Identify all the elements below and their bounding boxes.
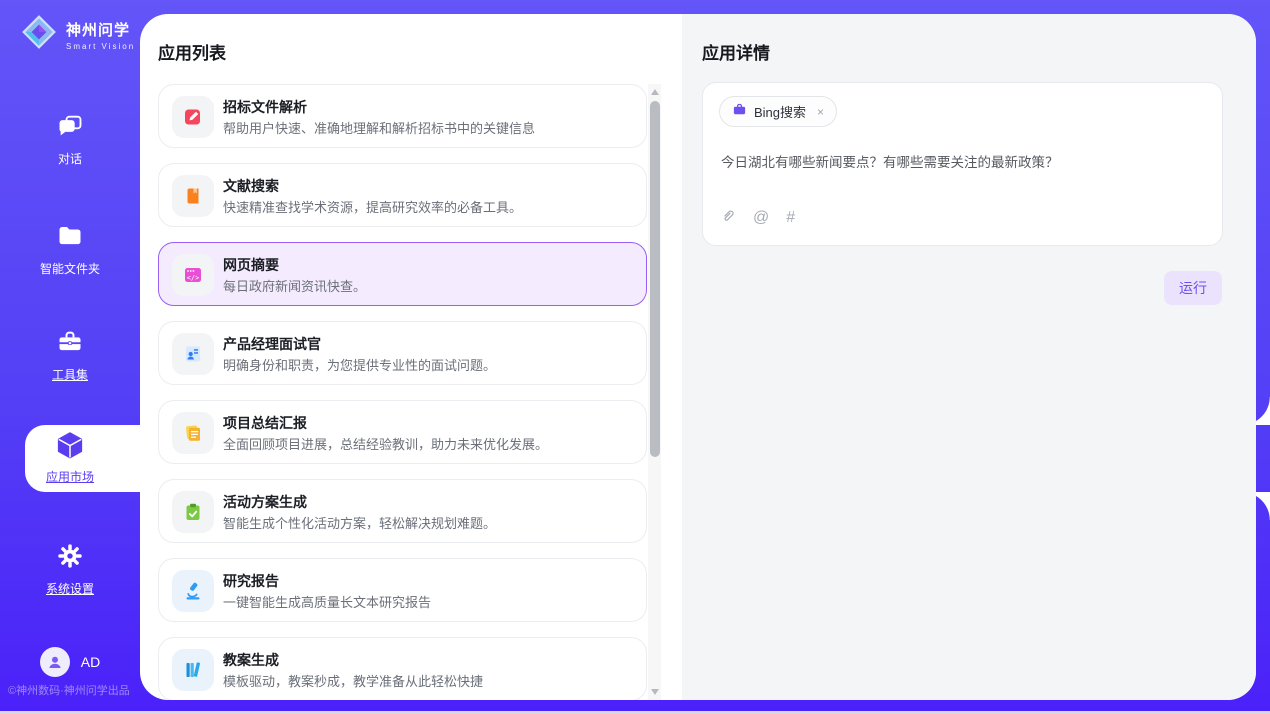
app-desc: 全面回顾项目进展，总结经验教训，助力未来优化发展。 [223, 434, 548, 453]
app-name: 研究报告 [223, 571, 279, 591]
tool-tag-bing-search[interactable]: Bing搜索 × [719, 96, 837, 127]
briefcase-icon [732, 102, 747, 122]
sidebar-item-label: 系统设置 [46, 580, 94, 597]
sidebar-item-app-market[interactable]: 应用市场 [0, 430, 140, 485]
app-name: 活动方案生成 [223, 492, 307, 512]
tag-close-icon[interactable]: × [817, 105, 824, 119]
interview-icon [172, 333, 214, 375]
sidebar-item-label: 智能文件夹 [40, 260, 100, 277]
app-name: 项目总结汇报 [223, 413, 307, 433]
scroll-up-arrow-icon[interactable] [651, 89, 659, 95]
webpage-icon: </> [172, 254, 214, 296]
sidebar-item-folders[interactable]: 智能文件夹 [0, 222, 140, 277]
avatar [40, 647, 70, 677]
sidebar-item-tools[interactable]: 工具集 [0, 328, 140, 383]
app-desc: 模板驱动，教案秒成，教学准备从此轻松快捷 [223, 671, 483, 690]
app-card-project-summary[interactable]: 项目总结汇报 全面回顾项目进展，总结经验教训，助力未来优化发展。 [158, 400, 647, 464]
app-card-research-report[interactable]: 研究报告 一键智能生成高质量长文本研究报告 [158, 558, 647, 622]
attachment-icon[interactable] [719, 207, 736, 229]
app-card-lesson-plan[interactable]: 教案生成 模板驱动，教案秒成，教学准备从此轻松快捷 [158, 637, 647, 700]
app-card-bid-doc[interactable]: 招标文件解析 帮助用户快速、准确地理解和解析招标书中的关键信息 [158, 84, 647, 148]
sidebar-item-settings[interactable]: 系统设置 [0, 542, 140, 597]
app-card-activity-plan[interactable]: 活动方案生成 智能生成个性化活动方案，轻松解决规划难题。 [158, 479, 647, 543]
app-desc: 每日政府新闻资讯快查。 [223, 276, 366, 295]
brand-name: 神州问学 [66, 19, 135, 40]
prompt-toolbar: @ # [719, 207, 795, 229]
toolbox-icon [56, 328, 84, 359]
app-desc: 一键智能生成高质量长文本研究报告 [223, 592, 431, 611]
books-icon [172, 649, 214, 691]
mention-icon[interactable]: @ [753, 210, 769, 226]
cube-icon [55, 430, 85, 463]
microscope-icon [172, 570, 214, 612]
sidebar-item-label: 工具集 [52, 366, 88, 383]
folder-icon [56, 222, 84, 253]
clipboard-check-icon [172, 491, 214, 533]
chat-icon [56, 112, 84, 143]
tool-tag-label: Bing搜索 [754, 102, 806, 121]
app-list-scrollbar[interactable] [648, 84, 661, 700]
app-name: 网页摘要 [223, 255, 279, 275]
sidebar-item-label: 对话 [58, 150, 82, 167]
app-list-title: 应用列表 [158, 39, 226, 64]
brand-subtitle: Smart Vision [66, 42, 135, 51]
bid-doc-icon [172, 96, 214, 138]
prompt-input[interactable]: 今日湖北有哪些新闻要点？有哪些需要关注的最新政策？ [721, 151, 1202, 171]
sidebar-item-label: 应用市场 [46, 468, 94, 485]
copyright-text: ©神州数码·神州问学出品 [8, 682, 148, 698]
app-name: 文献搜索 [223, 176, 279, 196]
hash-icon[interactable]: # [786, 210, 795, 226]
scroll-down-arrow-icon[interactable] [651, 689, 659, 695]
app-desc: 帮助用户快速、准确地理解和解析招标书中的关键信息 [223, 118, 535, 137]
app-name: 招标文件解析 [223, 97, 307, 117]
app-name: 产品经理面试官 [223, 334, 321, 354]
gear-icon [56, 542, 84, 573]
prompt-card: Bing搜索 × 今日湖北有哪些新闻要点？有哪些需要关注的最新政策？ @ # [702, 82, 1223, 246]
app-card-list: 招标文件解析 帮助用户快速、准确地理解和解析招标书中的关键信息 文献搜索 快速精… [158, 84, 647, 700]
app-card-pm-interviewer[interactable]: 产品经理面试官 明确身份和职责，为您提供专业性的面试问题。 [158, 321, 647, 385]
app-card-webpage-summary[interactable]: </> 网页摘要 每日政府新闻资讯快查。 [158, 242, 647, 306]
notes-icon [172, 412, 214, 454]
user-initials: AD [81, 654, 100, 670]
scrollbar-thumb[interactable] [650, 101, 660, 457]
run-button[interactable]: 运行 [1164, 271, 1222, 305]
sidebar-item-chat[interactable]: 对话 [0, 112, 140, 167]
app-detail-panel: 应用详情 Bing搜索 × 今日湖北有哪些新闻要点？有哪些需要关注的最新政策？ [682, 14, 1256, 700]
user-account[interactable]: AD [0, 647, 140, 677]
book-icon [172, 175, 214, 217]
svg-text:</>: </> [187, 274, 200, 282]
app-card-literature-search[interactable]: 文献搜索 快速精准查找学术资源，提高研究效率的必备工具。 [158, 163, 647, 227]
app-desc: 快速精准查找学术资源，提高研究效率的必备工具。 [223, 197, 522, 216]
main-content: 应用列表 招标文件解析 帮助用户快速、准确地理解和解析招标书中的关键信息 文献搜… [140, 14, 1256, 700]
diamond-logo-icon [20, 13, 58, 56]
brand-logo: 神州问学 Smart Vision [20, 13, 135, 56]
app-detail-title: 应用详情 [702, 39, 770, 64]
app-desc: 智能生成个性化活动方案，轻松解决规划难题。 [223, 513, 496, 532]
app-desc: 明确身份和职责，为您提供专业性的面试问题。 [223, 355, 496, 374]
app-name: 教案生成 [223, 650, 279, 670]
